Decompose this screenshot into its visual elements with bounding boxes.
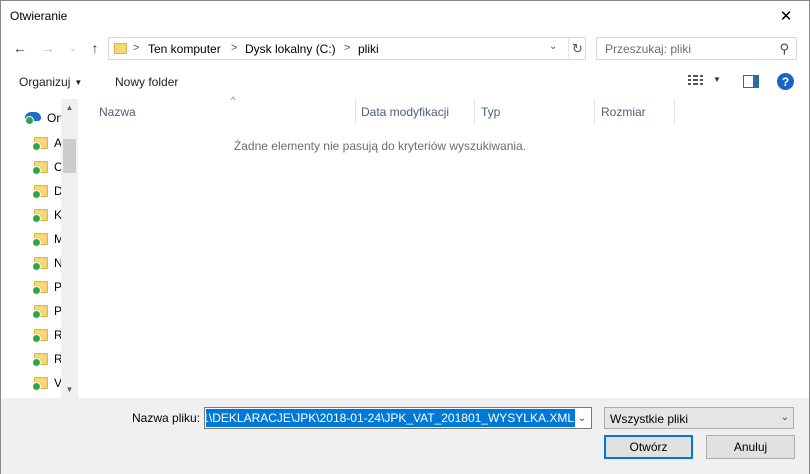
address-history-dropdown[interactable]: ⌄: [549, 41, 557, 52]
preview-pane-icon[interactable]: [743, 75, 759, 88]
filename-input[interactable]: ...MA001\DEKLARACJE\JPK\2018-01-24\JPK_V…: [204, 407, 592, 429]
scrollbar-thumb[interactable]: [63, 139, 76, 173]
column-header-name[interactable]: ^ Nazwa: [91, 95, 356, 124]
sync-check-icon: [32, 382, 41, 391]
sidebar-item[interactable]: A: [31, 132, 62, 154]
sync-check-icon: [32, 238, 41, 247]
file-type-select[interactable]: Wszystkie pliki ⌄: [604, 407, 794, 429]
sort-caret-icon: ^: [231, 95, 236, 105]
sidebar-item[interactable]: P: [31, 276, 62, 298]
file-type-value: Wszystkie pliki: [610, 412, 689, 426]
column-header-type[interactable]: Typ: [473, 99, 595, 124]
dialog-title: Otwieranie: [10, 9, 68, 23]
sidebar-item[interactable]: V: [31, 372, 62, 394]
chevron-down-icon: ⌄: [780, 412, 789, 423]
open-file-dialog: Otwieranie ✕ ← → ⌄ ↑ > Ten komputer > Dy…: [0, 0, 810, 474]
column-header-size[interactable]: Rozmiar: [593, 99, 675, 124]
sidebar-item[interactable]: C: [31, 156, 63, 178]
arrow-up-icon: ↑: [91, 40, 99, 56]
sync-check-icon: [32, 310, 41, 319]
search-placeholder: Przeszukaj: pliki: [605, 42, 692, 56]
chevron-down-icon: ⌄: [69, 42, 77, 53]
title-bar: Otwieranie ✕: [1, 1, 809, 31]
scroll-down-icon[interactable]: ▼: [61, 381, 78, 398]
navigation-pane: On A C D K M N P P R R V ▲ ▼: [1, 99, 79, 398]
close-icon: ✕: [779, 8, 793, 25]
back-button[interactable]: ←: [11, 39, 29, 57]
column-header-date-modified[interactable]: Data modyfikacji: [353, 99, 475, 124]
sidebar-item[interactable]: D: [31, 180, 63, 202]
sidebar-item[interactable]: M: [31, 228, 64, 250]
sync-check-icon: [32, 214, 41, 223]
sync-check-icon: [25, 116, 34, 125]
sync-check-icon: [32, 286, 41, 295]
organize-label: Organizuj: [19, 75, 71, 89]
refresh-icon: ↻: [572, 40, 583, 56]
search-input[interactable]: Przeszukaj: pliki ⚲: [596, 37, 797, 60]
arrow-left-icon: ←: [13, 40, 27, 56]
chevron-right-icon: >: [344, 42, 351, 54]
column-label: Data modyfikacji: [361, 105, 450, 119]
dialog-footer: Nazwa pliku: ...MA001\DEKLARACJE\JPK\201…: [1, 398, 809, 474]
filename-text: ...MA001\DEKLARACJE\JPK\2018-01-24\JPK_V…: [206, 411, 574, 425]
triangle-down-icon: ▼: [74, 78, 83, 87]
sync-check-icon: [32, 166, 41, 175]
chevron-right-icon: >: [133, 42, 140, 54]
up-button[interactable]: ↑: [86, 39, 104, 57]
scroll-up-icon[interactable]: ▲: [61, 99, 78, 116]
recent-locations-button[interactable]: ⌄: [64, 39, 82, 57]
command-toolbar: Organizuj ▼ Nowy folder ▼ ?: [1, 65, 809, 99]
sidebar-item[interactable]: K: [31, 204, 62, 226]
sync-check-icon: [32, 190, 41, 199]
sidebar-item[interactable]: R: [31, 348, 63, 370]
view-options-icon[interactable]: [687, 74, 707, 88]
chevron-down-icon[interactable]: ⌄: [573, 408, 591, 428]
breadcrumb-this-pc[interactable]: Ten komputer: [148, 42, 221, 56]
organize-button[interactable]: Organizuj ▼: [19, 75, 82, 89]
sync-check-icon: [32, 262, 41, 271]
empty-message: Żadne elementy nie pasują do kryteriów w…: [233, 139, 527, 153]
search-icon: ⚲: [779, 41, 789, 56]
navigation-bar: ← → ⌄ ↑ > Ten komputer > Dysk lokalny (C…: [1, 31, 809, 65]
sync-check-icon: [32, 334, 41, 343]
filename-value[interactable]: ...MA001\DEKLARACJE\JPK\2018-01-24\JPK_V…: [206, 409, 575, 427]
view-dropdown-icon[interactable]: ▼: [713, 75, 721, 84]
sync-check-icon: [32, 142, 41, 151]
open-button[interactable]: Otwórz: [604, 435, 693, 459]
file-list: ^ Nazwa Data modyfikacji Typ Rozmiar Żad…: [80, 95, 809, 398]
new-folder-button[interactable]: Nowy folder: [115, 75, 178, 89]
breadcrumb-local-disk[interactable]: Dysk lokalny (C:): [245, 42, 336, 56]
filename-label: Nazwa pliku:: [132, 411, 201, 425]
sidebar-item[interactable]: R: [31, 324, 63, 346]
column-label: Rozmiar: [601, 105, 646, 119]
address-bar[interactable]: > Ten komputer > Dysk lokalny (C:) > pli…: [108, 37, 586, 60]
sidebar-item[interactable]: P: [31, 300, 62, 322]
sync-check-icon: [32, 358, 41, 367]
help-icon[interactable]: ?: [777, 73, 794, 90]
cancel-button[interactable]: Anuluj: [706, 435, 795, 459]
arrow-right-icon: →: [41, 40, 55, 56]
navigation-scrollbar[interactable]: ▲ ▼: [61, 99, 78, 398]
close-button[interactable]: ✕: [763, 1, 809, 31]
refresh-button[interactable]: ↻: [568, 38, 586, 59]
column-label: Typ: [481, 105, 501, 119]
breadcrumb-pliki[interactable]: pliki: [358, 42, 379, 56]
chevron-right-icon: >: [231, 42, 238, 54]
forward-button[interactable]: →: [39, 39, 57, 57]
sidebar-item[interactable]: N: [31, 252, 63, 274]
folder-icon: [114, 43, 127, 54]
column-label: Nazwa: [99, 105, 136, 119]
